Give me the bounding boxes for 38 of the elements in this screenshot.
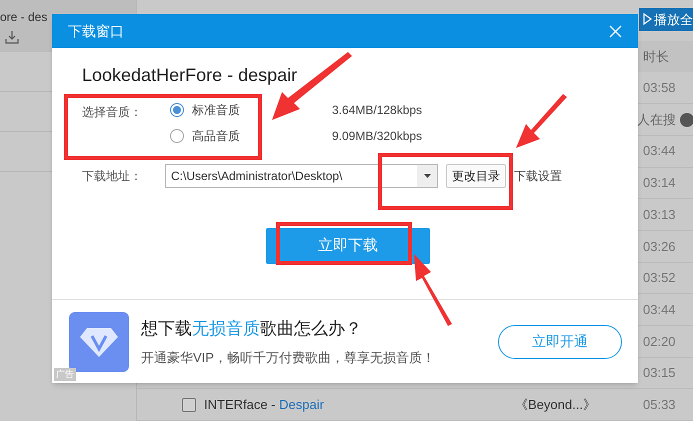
duration: 03:52 [643, 269, 676, 288]
track-title: INTERface - [204, 396, 277, 414]
annotation-arrow [414, 254, 452, 326]
ad-subtitle: 开通豪华VIP，畅听千万付费歌曲，尊享无损音质！ [141, 348, 435, 366]
change-directory-button[interactable]: 更改目录 [446, 164, 506, 188]
duration: 03:44 [643, 300, 676, 319]
avatar [680, 112, 693, 127]
download-icon[interactable] [5, 30, 19, 44]
duration: 03:15 [643, 364, 676, 382]
quality-info: 3.64MB/128kbps [332, 102, 422, 119]
path-label: 下载地址： [82, 168, 143, 185]
duration: 03:44 [643, 142, 676, 160]
duration: 03:58 [643, 79, 676, 98]
quality-radio[interactable]: 高品音质 [170, 127, 332, 145]
song-title: LookedatHerFore - despair [82, 64, 298, 87]
quality-info: 9.09MB/320kbps [332, 128, 422, 145]
quality-label: 选择音质： [82, 104, 143, 121]
duration-header: 时长 [643, 48, 669, 66]
duration: 03:14 [643, 174, 676, 192]
sidebar-item-label: ore - des [0, 9, 48, 26]
quality-radio[interactable]: 标准音质 [170, 101, 332, 119]
radio-circle[interactable] [170, 103, 184, 117]
duration: 02:20 [643, 332, 676, 351]
duration: 03:13 [643, 206, 676, 224]
duration: 05:33 [643, 396, 676, 414]
ad-headline: 想下载无损音质歌曲怎么办？ [141, 318, 363, 340]
duration: 03:26 [643, 238, 676, 256]
dialog-title: 下载窗口 [68, 22, 124, 40]
close-icon[interactable] [609, 24, 622, 38]
play-icon [643, 13, 652, 26]
search-hint: 人在搜 [637, 110, 676, 129]
path-field[interactable]: C:\Users\Administrator\Desktop\ [165, 164, 438, 188]
download-settings-link[interactable]: 下载设置 [514, 167, 562, 185]
annotation-arrow [516, 94, 567, 148]
dropdown-icon[interactable] [417, 165, 437, 187]
track-checkbox[interactable] [182, 398, 196, 412]
play-all-button[interactable]: 播放全 [639, 8, 693, 31]
album-link[interactable]: 《Beyond...》 [515, 394, 596, 414]
